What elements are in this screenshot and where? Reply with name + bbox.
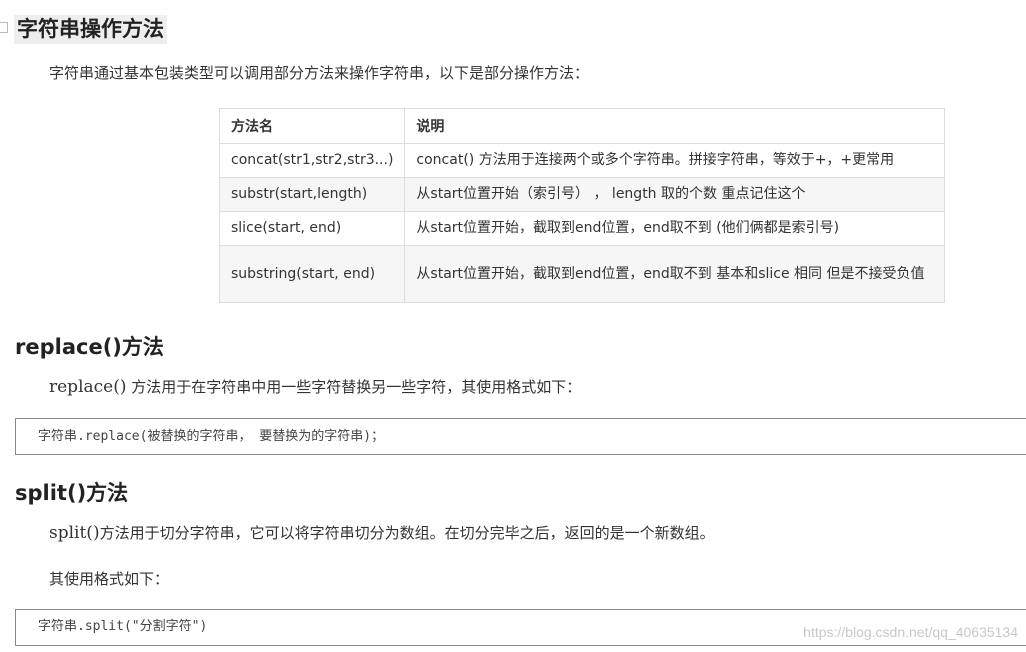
method-name-cell: substr(start,length) [218, 177, 406, 212]
watermark: https://blog.csdn.net/qq_40635134 [803, 624, 1018, 640]
header-method-name: 方法名 [218, 108, 406, 144]
replace-description-text: 方法用于在字符串中用一些字符替换另一些字符，其使用格式如下： [126, 378, 582, 396]
method-desc-cell: 从start位置开始（索引号） ， length 取的个数 重点记住这个 [404, 177, 945, 212]
table-row: substr(start,length) 从start位置开始（索引号） ， l… [218, 177, 945, 212]
method-name-cell: substring(start, end) [218, 245, 406, 303]
split-description-text: 方法用于切分字符串，它可以将字符串切分为数组。在切分完毕之后，返回的是一个新数组… [99, 524, 715, 542]
split-usage-text: 其使用格式如下： [49, 570, 170, 588]
replace-code-term: replace() [49, 377, 127, 397]
table-row: concat(str1,str2,str3...) concat() 方法用于连… [218, 143, 945, 178]
replace-code-block: 字符串.replace(被替换的字符串， 要替换为的字符串)； [15, 418, 1026, 455]
replace-description: replace() 方法用于在字符串中用一些字符替换另一些字符，其使用格式如下： [49, 376, 581, 398]
section-title: 字符串操作方法 [14, 15, 167, 44]
replace-code-text: 字符串.replace(被替换的字符串， 要替换为的字符串)； [38, 429, 385, 444]
method-name-cell: slice(start, end) [218, 211, 406, 246]
split-description: split()方法用于切分字符串，它可以将字符串切分为数组。在切分完毕之后，返回… [49, 522, 715, 544]
table-header-row: 方法名 说明 [218, 108, 945, 144]
split-code-text: 字符串.split("分割字符") [38, 619, 208, 634]
method-desc-cell: 从start位置开始，截取到end位置，end取不到 基本和slice 相同 但… [404, 245, 945, 303]
split-code-term: split() [49, 523, 100, 543]
method-desc-cell: 从start位置开始，截取到end位置，end取不到 (他们俩都是索引号) [404, 211, 945, 246]
intro-paragraph: 字符串通过基本包装类型可以调用部分方法来操作字符串，以下是部分操作方法： [49, 64, 590, 82]
header-description: 说明 [404, 108, 945, 144]
methods-table: 方法名 说明 concat(str1,str2,str3...) concat(… [218, 108, 945, 303]
split-heading: split()方法 [15, 481, 129, 505]
table-row: substring(start, end) 从start位置开始，截取到end位… [218, 245, 945, 303]
table-row: slice(start, end) 从start位置开始，截取到end位置，en… [218, 211, 945, 246]
method-name-cell: concat(str1,str2,str3...) [218, 143, 406, 178]
replace-heading: replace()方法 [15, 335, 164, 359]
method-desc-cell: concat() 方法用于连接两个或多个字符串。拼接字符串，等效于+，+更常用 [404, 143, 945, 178]
anchor-link-icon[interactable] [0, 22, 8, 33]
